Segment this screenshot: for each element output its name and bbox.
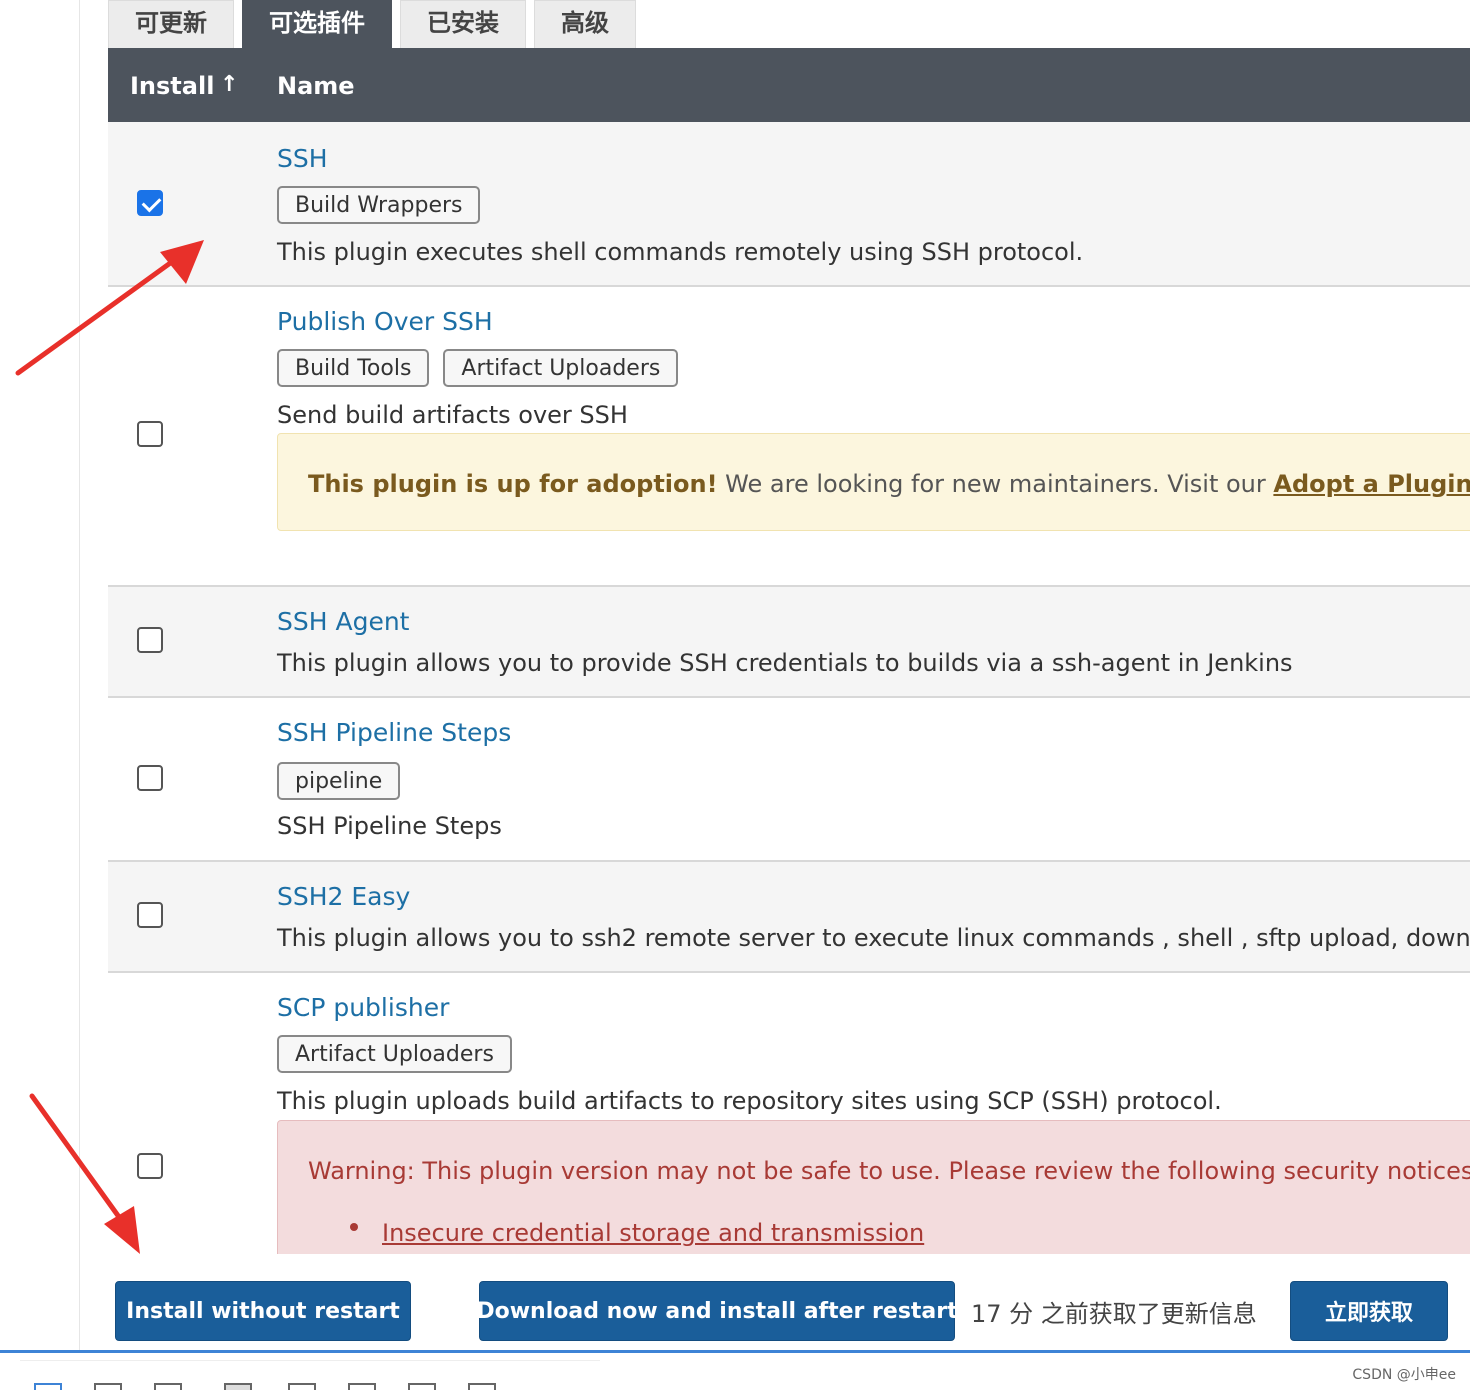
toolbar-icon[interactable] (288, 1383, 316, 1390)
adoption-notice-text: We are looking for new maintainers. Visi… (717, 470, 1274, 498)
toolbar-icon[interactable] (34, 1383, 62, 1390)
plugin-name-link[interactable]: SSH2 Easy (277, 882, 410, 911)
install-without-restart-button[interactable]: Install without restart (115, 1281, 411, 1341)
plugin-tags: pipeline (277, 762, 401, 800)
plugin-name-link[interactable]: SCP publisher (277, 993, 449, 1022)
adoption-notice: This plugin is up for adoption! We are l… (277, 433, 1470, 531)
plugin-name-link[interactable]: SSH Pipeline Steps (277, 718, 511, 747)
category-tag[interactable]: Build Wrappers (277, 186, 481, 224)
table-row: SCP publisher Artifact Uploaders This pl… (108, 973, 1470, 1254)
adoption-notice-bold: This plugin is up for adoption! (308, 470, 718, 498)
toolbar-strip (20, 1360, 600, 1390)
table-row: SSH Build Wrappers This plugin executes … (108, 122, 1470, 287)
plugin-tags: Build Tools Artifact Uploaders (277, 349, 679, 387)
security-notice-link[interactable]: Insecure credential storage and transmis… (382, 1219, 924, 1247)
toolbar-icon[interactable] (468, 1383, 496, 1390)
install-checkbox[interactable] (137, 627, 163, 653)
category-tag[interactable]: Build Tools (277, 349, 430, 387)
toolbar-icon[interactable] (154, 1383, 182, 1390)
security-warning-text: Warning: This plugin version may not be … (308, 1157, 1470, 1185)
sort-up-icon[interactable]: ↑ (220, 72, 238, 97)
toolbar-icon[interactable] (408, 1383, 436, 1390)
tab-available[interactable]: 可选插件 (242, 0, 392, 48)
plugin-description: SSH Pipeline Steps (277, 812, 502, 840)
tab-advanced[interactable]: 高级 (534, 0, 636, 48)
tab-updates[interactable]: 可更新 (108, 0, 234, 48)
install-checkbox[interactable] (137, 902, 163, 928)
header-name[interactable]: Name (277, 72, 355, 100)
table-row: SSH Pipeline Steps pipeline SSH Pipeline… (108, 698, 1470, 862)
table-header: Install ↑ Name (108, 48, 1470, 122)
plugin-name-link[interactable]: Publish Over SSH (277, 307, 493, 336)
toolbar-icon[interactable] (224, 1383, 252, 1390)
header-install[interactable]: Install (130, 72, 214, 100)
security-warning: Warning: This plugin version may not be … (277, 1120, 1470, 1254)
table-row: Publish Over SSH Build Tools Artifact Up… (108, 287, 1470, 587)
watermark: CSDN @小申ee (1352, 1367, 1456, 1383)
plugin-name-link[interactable]: SSH (277, 144, 328, 173)
annotation-arrow-icon (29, 1093, 140, 1254)
category-tag[interactable]: pipeline (277, 762, 401, 800)
fetch-now-button[interactable]: 立即获取 (1290, 1281, 1448, 1341)
table-row: SSH2 Easy This plugin allows you to ssh2… (108, 862, 1470, 973)
bullet-icon (350, 1223, 358, 1231)
plugin-name-link[interactable]: SSH Agent (277, 607, 409, 636)
footer-action-bar: Install without restart Download now and… (108, 1254, 1470, 1350)
tab-bar: 可更新 可选插件 已安装 高级 (108, 0, 644, 48)
category-tag[interactable]: Artifact Uploaders (277, 1035, 512, 1073)
toolbar-icon[interactable] (94, 1383, 122, 1390)
tab-installed[interactable]: 已安装 (400, 0, 526, 48)
plugin-description: Send build artifacts over SSH (277, 401, 628, 429)
plugin-manager-page: 可更新 可选插件 已安装 高级 Install ↑ Name SSH Build… (108, 0, 1470, 1350)
adopt-plugin-link[interactable]: Adopt a Plugin (1273, 470, 1470, 498)
table-row: SSH Agent This plugin allows you to prov… (108, 587, 1470, 698)
install-checkbox[interactable] (137, 421, 163, 447)
plugin-description: This plugin executes shell commands remo… (277, 238, 1084, 266)
category-tag[interactable]: Artifact Uploaders (443, 349, 679, 387)
install-checkbox[interactable] (137, 190, 163, 216)
toolbar-icon[interactable] (348, 1383, 376, 1390)
annotation-arrow-icon (15, 240, 204, 376)
plugin-description: This plugin uploads build artifacts to r… (277, 1087, 1222, 1115)
plugin-description: This plugin allows you to ssh2 remote se… (277, 924, 1470, 952)
plugin-tags: Artifact Uploaders (277, 1035, 512, 1073)
plugin-tags: Build Wrappers (277, 186, 481, 224)
install-checkbox[interactable] (137, 765, 163, 791)
update-fetch-info: 17 分 之前获取了更新信息 (971, 1300, 1257, 1328)
download-install-after-restart-button[interactable]: Download now and install after restart (476, 1281, 958, 1341)
plugin-description: This plugin allows you to provide SSH cr… (277, 649, 1293, 677)
